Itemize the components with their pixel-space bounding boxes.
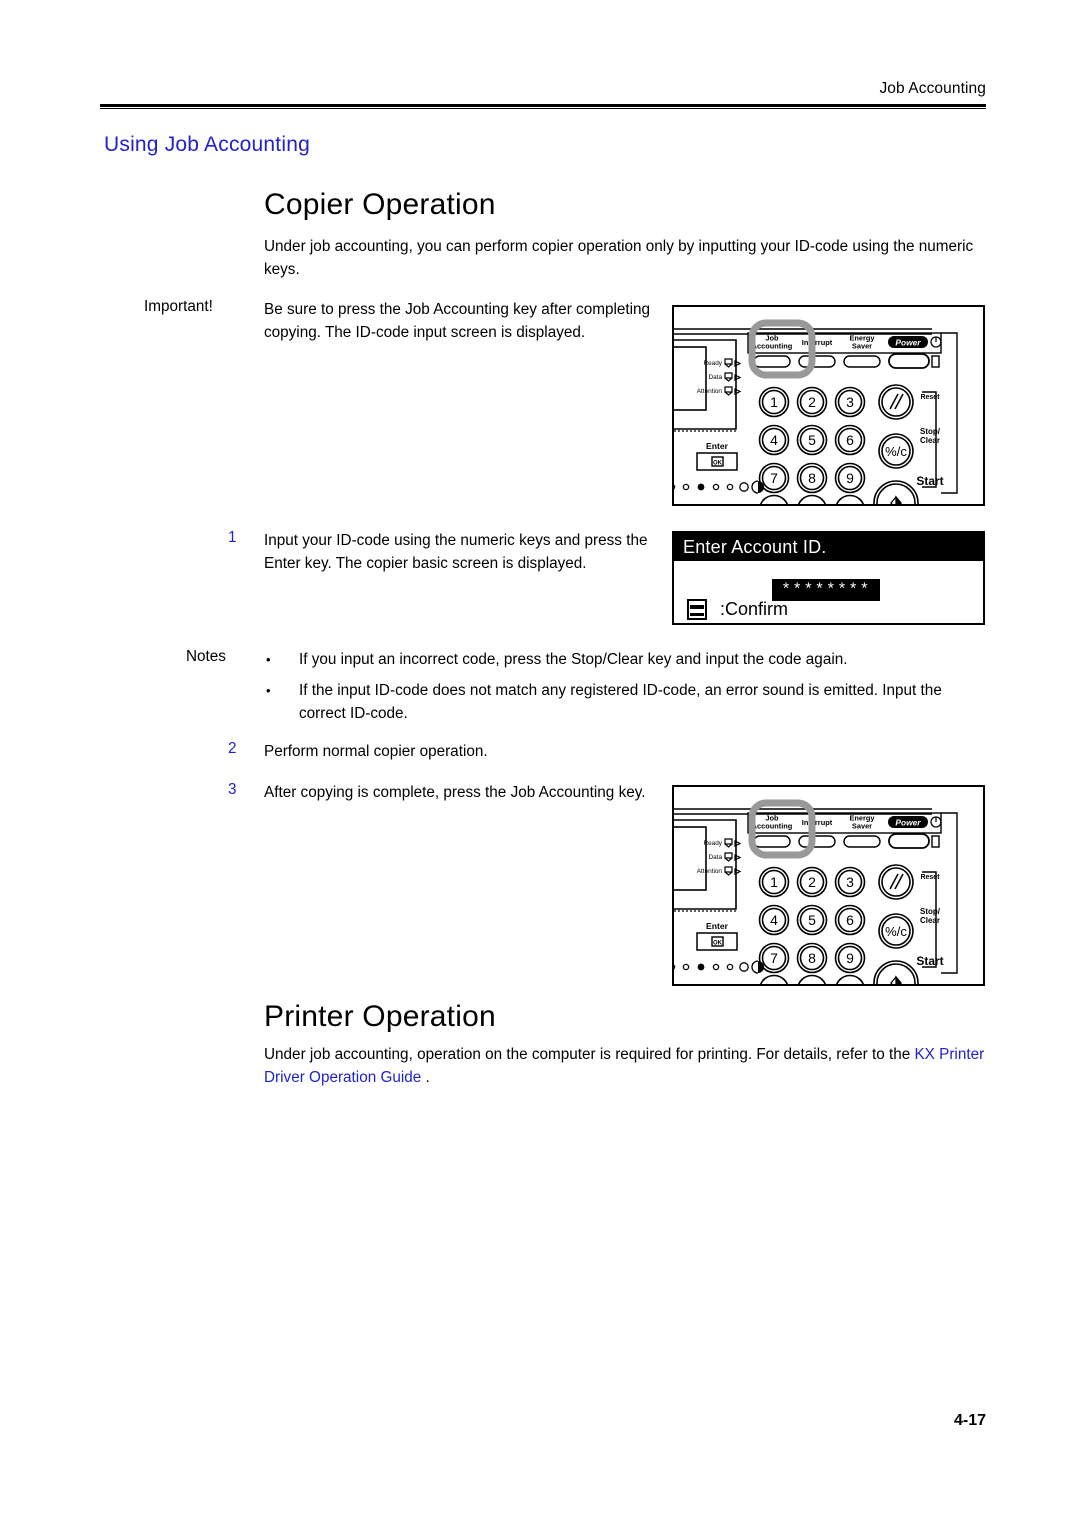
svg-text:8: 8 [808,470,816,486]
svg-text:Saver: Saver [852,822,872,831]
svg-text:7: 7 [770,470,778,486]
svg-text:Attention: Attention [697,388,723,395]
lcd-masked-input: ******** [772,579,880,601]
svg-text:5: 5 [808,912,816,928]
enter-key: Enter OK [696,441,738,471]
page-title-copier-operation: Copier Operation [264,188,496,221]
svg-text:Power: Power [895,338,921,348]
svg-text:8: 8 [808,950,816,966]
control-panel-drawing: Power Job Accounting Interrupt Energy Sa… [674,319,958,504]
power-label-pill: Power [888,336,928,348]
svg-text:7: 7 [770,950,778,966]
svg-text:Saver: Saver [852,342,872,351]
svg-text:Power: Power [895,818,921,828]
note-text-1: If you input an incorrect code, press th… [299,651,848,668]
lcd-body: ******** :Confirm [674,561,983,623]
svg-text:3: 3 [846,394,854,410]
lcd-title: Enter Account ID. [674,533,983,561]
svg-text:Ready: Ready [704,840,723,847]
svg-text:Enter: Enter [706,921,729,931]
section-heading: Using Job Accounting [104,133,310,156]
page-number: 4-17 [953,1412,986,1429]
control-panel-drawing: Power Job Accounting Interrupt Energy Sa… [674,799,958,984]
svg-text:5: 5 [808,432,816,448]
svg-text:3: 3 [846,874,854,890]
enter-key-icon [687,599,707,620]
svg-text:9: 9 [846,470,854,486]
notes-label: Notes [186,648,226,665]
svg-text:Interrupt: Interrupt [802,338,833,347]
svg-text:Start: Start [916,474,943,488]
page-title-printer-operation: Printer Operation [264,1000,496,1033]
printer-intro-paragraph: Under job accounting, operation on the c… [264,1043,986,1089]
important-text: Be sure to press the Job Accounting key … [264,301,651,341]
header-rule-thin [100,108,986,109]
step-number-3: 3 [228,781,237,798]
svg-text:9: 9 [846,950,854,966]
printer-intro-after: . [421,1069,430,1086]
svg-text:%/c: %/c [885,444,907,459]
enter-key: Enter OK [696,921,738,951]
step-text-2: Perform normal copier operation. [264,743,488,760]
svg-text:4: 4 [770,432,778,448]
numeric-keypad: 1 2 3 4 5 6 7 8 9 [758,386,866,504]
indicator-dot-row [674,960,764,974]
svg-text:Data: Data [709,374,723,381]
svg-text:%/c: %/c [885,924,907,939]
svg-text:Data: Data [709,854,723,861]
svg-text:Stop/: Stop/ [920,427,941,436]
svg-text:4: 4 [770,912,778,928]
svg-text:2: 2 [808,874,816,890]
svg-text:Clear: Clear [920,436,940,445]
svg-text:Reset: Reset [920,394,940,401]
svg-text:Clear: Clear [920,916,940,925]
svg-text:6: 6 [846,432,854,448]
step-number-1: 1 [228,529,237,546]
svg-text:Interrupt: Interrupt [802,818,833,827]
running-header: Job Accounting [879,80,986,97]
note-text-2: If the input ID-code does not match any … [299,682,942,722]
svg-text:Reset: Reset [920,874,940,881]
copier-intro-paragraph: Under job accounting, you can perform co… [264,238,974,278]
step-number-2: 2 [228,740,237,757]
svg-text:2: 2 [808,394,816,410]
indicator-dot-row [674,480,764,494]
power-label-pill: Power [888,816,928,828]
svg-text:Enter: Enter [706,441,729,451]
svg-text:Accounting: Accounting [752,822,793,831]
control-panel-illustration-bottom: Power Job Accounting Interrupt Energy Sa… [672,785,985,986]
header-rule [100,104,986,107]
important-label: Important! [144,298,213,315]
svg-text:OK: OK [713,941,723,947]
svg-text:6: 6 [846,912,854,928]
svg-text:Stop/: Stop/ [920,907,941,916]
svg-text:Start: Start [916,954,943,968]
lcd-confirm-label: :Confirm [720,599,789,619]
svg-text:1: 1 [770,874,778,890]
svg-text:OK: OK [713,461,723,467]
lcd-screen-enter-account-id: Enter Account ID. ******** :Confirm [672,531,985,625]
svg-text:1: 1 [770,394,778,410]
note-bullet-2: • [266,683,271,698]
svg-text:Ready: Ready [704,360,723,367]
printer-intro-before: Under job accounting, operation on the c… [264,1046,915,1063]
svg-text:Accounting: Accounting [752,342,793,351]
control-panel-illustration-top: Power Job Accounting Interrupt Energy Sa… [672,305,985,506]
numeric-keypad: 1 2 3 4 5 6 7 8 9 [758,866,866,984]
step-text-3: After copying is complete, press the Job… [264,784,646,801]
document-page: Job Accounting Using Job Accounting Copi… [0,0,1080,1528]
note-bullet-1: • [266,652,271,667]
svg-text:Attention: Attention [697,868,723,875]
step-text-1: Input your ID-code using the numeric key… [264,532,648,572]
